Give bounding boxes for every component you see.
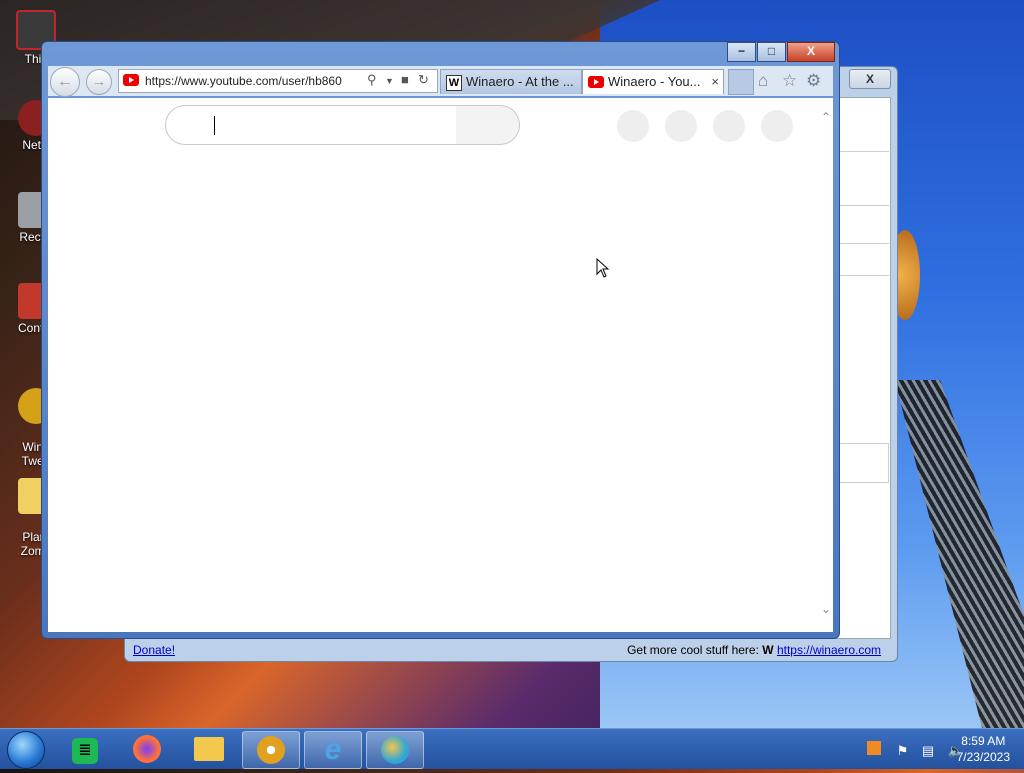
scroll-up-icon[interactable]: ⌃	[821, 110, 831, 124]
placeholder-icon[interactable]	[713, 110, 745, 142]
winaero-link[interactable]: https://winaero.com	[777, 643, 881, 657]
clock[interactable]: 8:59 AM 7/23/2023	[957, 733, 1010, 765]
background-window-close-button[interactable]: X	[849, 69, 891, 89]
search-icon[interactable]: ⚲	[367, 72, 377, 88]
divider	[839, 275, 889, 276]
new-tab-button[interactable]	[728, 69, 754, 95]
home-icon[interactable]: ⌂	[758, 71, 768, 91]
taskbar-edge[interactable]: ◐	[366, 731, 424, 769]
background-input-box[interactable]	[839, 443, 889, 483]
back-button[interactable]: ←	[50, 67, 80, 97]
address-bar[interactable]: https://www.youtube.com/user/hb860 ⚲ ▼ ■…	[118, 69, 438, 93]
winaero-favicon-icon: W	[446, 75, 462, 91]
network-icon[interactable]: ▤	[922, 743, 934, 758]
taskbar-spotify[interactable]: ≣	[57, 731, 113, 767]
start-button[interactable]	[7, 731, 45, 769]
firefox-icon: ●	[133, 735, 161, 763]
close-tab-icon[interactable]: ×	[711, 70, 719, 94]
divider	[839, 151, 889, 152]
placeholder-icon[interactable]	[617, 110, 649, 142]
mouse-cursor-icon	[596, 258, 610, 278]
text-caret	[214, 116, 215, 135]
youtube-favicon-icon	[588, 76, 604, 88]
lock-icon[interactable]: ■	[401, 72, 409, 87]
clock-time: 8:59 AM	[961, 734, 1006, 748]
tab-label: Winaero - You...	[608, 74, 701, 89]
internet-explorer-icon: e	[324, 733, 342, 766]
search-button[interactable]	[456, 105, 520, 145]
forward-button[interactable]: →	[86, 69, 112, 95]
taskbar-internet-explorer[interactable]: e	[304, 731, 362, 769]
address-url[interactable]: https://www.youtube.com/user/hb860	[145, 74, 342, 88]
chrome-canary-icon: ◉	[257, 736, 285, 764]
settings-gear-icon[interactable]: ⚙	[806, 71, 821, 91]
tab-label: Winaero - At the ...	[466, 74, 574, 89]
placeholder-icon[interactable]	[665, 110, 697, 142]
tab-winaero[interactable]: W Winaero - At the ...	[440, 69, 582, 94]
minimize-button[interactable]: −	[727, 42, 756, 62]
edge-icon: ◐	[381, 736, 409, 764]
youtube-icon	[123, 74, 139, 86]
status-bar: Donate! Get more cool stuff here: W http…	[131, 641, 891, 659]
clock-date: 7/23/2023	[956, 750, 1010, 764]
action-center-flag-icon[interactable]: ⚑	[897, 743, 909, 758]
more-stuff-text: Get more cool stuff here: W https://wina…	[627, 643, 881, 657]
taskbar-file-explorer[interactable]: ▤	[181, 731, 237, 767]
page-content: ⌃ ⌄	[48, 98, 833, 632]
taskbar-firefox[interactable]: ●	[119, 731, 175, 767]
winaero-logo-icon: W	[762, 643, 774, 657]
system-tray: ⚑ ▤ 🔈	[866, 741, 964, 759]
donate-link[interactable]: Donate!	[133, 643, 175, 657]
spotify-icon: ≣	[72, 738, 98, 764]
maximize-button[interactable]: □	[757, 42, 786, 62]
divider	[839, 243, 889, 244]
winaero-tray-icon[interactable]	[866, 741, 881, 755]
navigation-bar: ← → https://www.youtube.com/user/hb860 ⚲…	[48, 66, 833, 97]
placeholder-icon[interactable]	[761, 110, 793, 142]
scroll-down-icon[interactable]: ⌄	[821, 602, 831, 616]
taskbar: ≣ ● ▤ ◉ e ◐ ⚑ ▤ 🔈 8:59 AM 7/23/2023	[0, 728, 1024, 769]
refresh-icon[interactable]: ↻	[418, 72, 429, 88]
divider	[839, 205, 889, 206]
browser-window[interactable]: − □ X ← → https://www.youtube.com/user/h…	[41, 41, 840, 639]
tab-youtube[interactable]: Winaero - You... ×	[582, 69, 724, 94]
dropdown-icon[interactable]: ▼	[385, 76, 394, 86]
window-controls: − □ X	[726, 42, 835, 62]
favorites-star-icon[interactable]: ☆	[782, 71, 797, 91]
folder-icon: ▤	[194, 737, 224, 761]
taskbar-chrome-canary[interactable]: ◉	[242, 731, 300, 769]
search-input[interactable]	[165, 105, 457, 145]
close-button[interactable]: X	[787, 42, 835, 62]
